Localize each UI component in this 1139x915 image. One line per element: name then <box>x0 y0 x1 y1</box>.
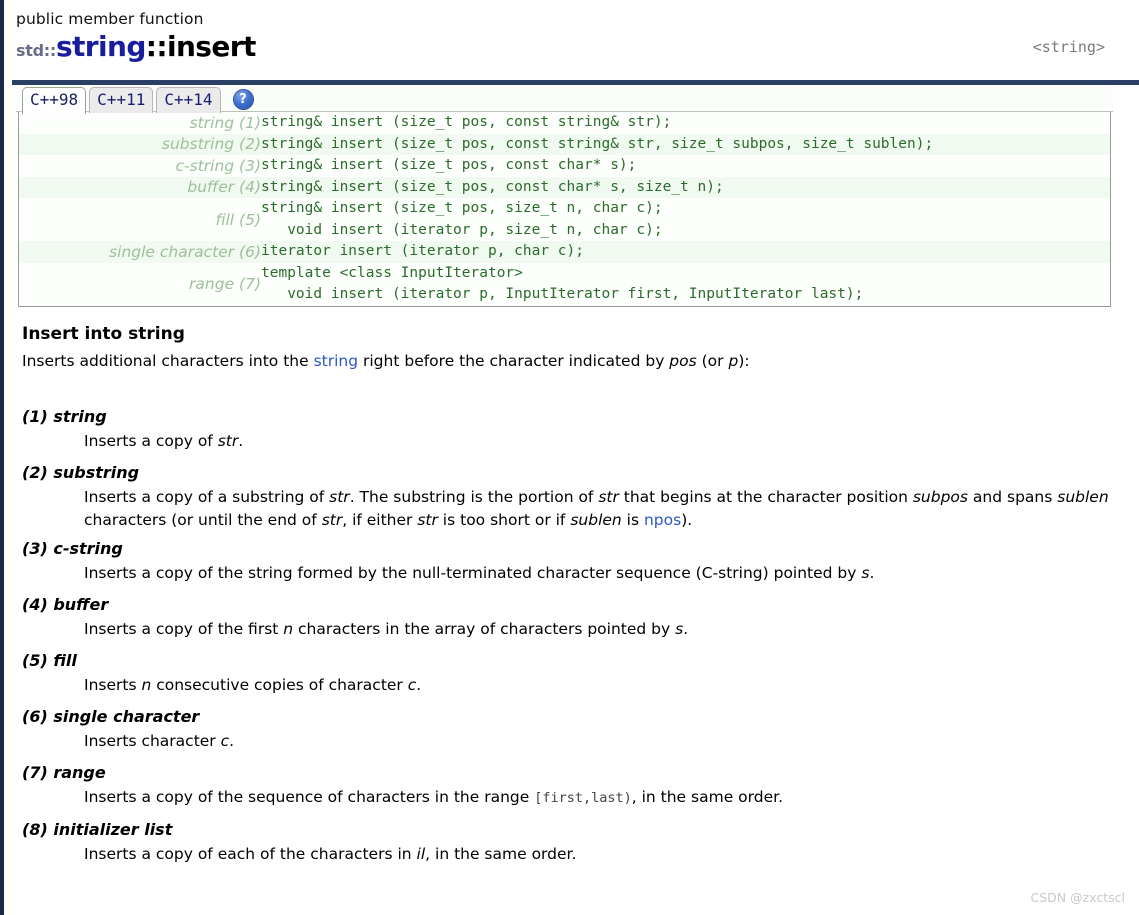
signature-line: void insert (iterator p, size_t n, char … <box>261 221 663 238</box>
param-s: s <box>861 563 870 582</box>
prototype-label: buffer (4) <box>187 178 261 197</box>
signature-line: string& insert (size_t pos, size_t n, ch… <box>261 200 663 216</box>
overload-title: (3) c-string <box>22 538 123 558</box>
overload-title: (8) initializer list <box>22 819 173 839</box>
param-str: str <box>329 487 350 506</box>
page-title: std::string::insert <box>16 32 1139 66</box>
title-class: string <box>55 30 146 63</box>
overload-description: Inserts a copy of each of the characters… <box>84 844 577 863</box>
param-il: il <box>416 844 426 863</box>
overload-title: (4) buffer <box>22 594 109 614</box>
watermark: CSDN @zxctscl <box>1030 890 1125 905</box>
table-row: fill (5) string& insert (size_t pos, siz… <box>19 198 1110 241</box>
overload-entry: (3) c-string Inserts a copy of the strin… <box>22 538 1139 585</box>
title-namespace: std:: <box>16 41 56 60</box>
prototype-label: fill (5) <box>215 210 261 229</box>
overload-description: Inserts a copy of a substring of str. Th… <box>84 487 1109 529</box>
overload-entry: (2) substring Inserts a copy of a substr… <box>22 462 1139 532</box>
param-subpos: subpos <box>912 487 968 506</box>
overload-description: Inserts character c. <box>84 731 235 750</box>
overload-list: (1) string Inserts a copy of str. (2) su… <box>22 406 1139 866</box>
param-n: n <box>283 619 294 638</box>
signature-line: template <class InputIterator> <box>261 264 523 281</box>
prototype-label: string (1) <box>189 113 261 132</box>
param-str: str <box>217 431 239 450</box>
overload-description: Inserts a copy of str. <box>84 431 244 450</box>
tab-cpp11[interactable]: C++11 <box>89 87 154 113</box>
prototype-label: substring (2) <box>161 135 261 154</box>
overload-entry: (7) range Inserts a copy of the sequence… <box>22 762 1139 810</box>
param-str: str <box>321 510 343 529</box>
title-member: ::insert <box>145 30 257 63</box>
prototype-signature: template <class InputIterator> void inse… <box>261 263 1110 306</box>
param-s: s <box>675 619 684 638</box>
table-row: range (7) template <class InputIterator>… <box>19 262 1110 306</box>
table-row: buffer (4) string& insert (size_t pos, c… <box>19 176 1110 198</box>
description-section: Insert into string Inserts additional ch… <box>12 307 1139 866</box>
table-row: single character (6) iterator insert (it… <box>19 241 1110 263</box>
overload-title: (5) fill <box>22 650 77 670</box>
overload-entry: (1) string Inserts a copy of str. <box>22 406 1139 453</box>
lead-text-3: (or <box>696 351 729 370</box>
overload-entry: (8) initializer list Inserts a copy of e… <box>22 819 1139 866</box>
tab-cpp98[interactable]: C++98 <box>22 87 87 114</box>
param-str: str <box>417 510 438 529</box>
param-p: p <box>728 351 739 370</box>
param-c: c <box>407 675 417 694</box>
prototype-signature: string& insert (size_t pos, size_t n, ch… <box>261 198 1110 241</box>
lead-text-4: ): <box>738 351 750 370</box>
lead-text-1: Inserts additional characters into the <box>22 351 314 370</box>
section-heading: Insert into string <box>22 323 185 344</box>
overload-description: Inserts n consecutive copies of characte… <box>84 675 422 694</box>
prototype-table: string (1) string& insert (size_t pos, c… <box>19 112 1110 306</box>
prototype-signature: iterator insert (iterator p, char c); <box>261 243 585 259</box>
overload-entry: (4) buffer Inserts a copy of the first n… <box>22 594 1139 641</box>
table-row: c-string (3) string& insert (size_t pos,… <box>19 155 1110 177</box>
param-c: c <box>220 731 230 750</box>
param-sublen: sublen <box>570 510 622 529</box>
overload-title: (6) single character <box>22 706 200 726</box>
overload-description: Inserts a copy of the first n characters… <box>84 619 689 638</box>
tab-cpp14[interactable]: C++14 <box>156 87 221 113</box>
prototype-signature: string& insert (size_t pos, const char* … <box>261 157 637 173</box>
overload-title: (7) range <box>22 762 106 782</box>
param-pos: pos <box>669 351 697 370</box>
doc-page: public member function std::string::inse… <box>0 0 1139 915</box>
table-row: substring (2) string& insert (size_t pos… <box>19 133 1110 155</box>
lead-text-2: right before the character indicated by <box>358 351 670 370</box>
prototype-signature: string& insert (size_t pos, const string… <box>261 135 934 152</box>
param-sublen: sublen <box>1057 487 1109 506</box>
standard-version-tabs: C++98 C++11 C++14? <box>16 85 1113 114</box>
overload-title: (1) string <box>22 406 107 426</box>
overload-entry: (6) single character Inserts character c… <box>22 706 1139 753</box>
overload-description: Inserts a copy of the string formed by t… <box>84 563 875 582</box>
prototype-label: range (7) <box>189 275 261 293</box>
npos-link[interactable]: npos <box>644 511 681 529</box>
lead-paragraph: Inserts additional characters into the s… <box>22 350 1139 372</box>
range-notation: [first,last) <box>534 789 632 806</box>
function-kind-label: public member function <box>16 10 204 28</box>
page-header: public member function std::string::inse… <box>12 0 1139 76</box>
signature-line: void insert (iterator p, InputIterator f… <box>261 286 864 302</box>
overload-title: (2) substring <box>22 462 140 482</box>
prototype-label: single character (6) <box>109 242 261 261</box>
prototype-label: c-string (3) <box>175 156 262 175</box>
prototype-signature: string& insert (size_t pos, const string… <box>261 114 672 130</box>
param-str: str <box>598 487 619 506</box>
prototype-panel: string (1) string& insert (size_t pos, c… <box>18 112 1111 307</box>
string-link[interactable]: string <box>314 352 359 370</box>
overload-description: Inserts a copy of the sequence of charac… <box>84 787 783 806</box>
help-icon[interactable]: ? <box>233 90 253 109</box>
table-row: string (1) string& insert (size_t pos, c… <box>19 112 1110 134</box>
header-file-label: <string> <box>1032 38 1105 56</box>
overload-entry: (5) fill Inserts n consecutive copies of… <box>22 650 1139 697</box>
param-n: n <box>141 675 152 694</box>
prototype-signature: string& insert (size_t pos, const char* … <box>261 178 724 195</box>
